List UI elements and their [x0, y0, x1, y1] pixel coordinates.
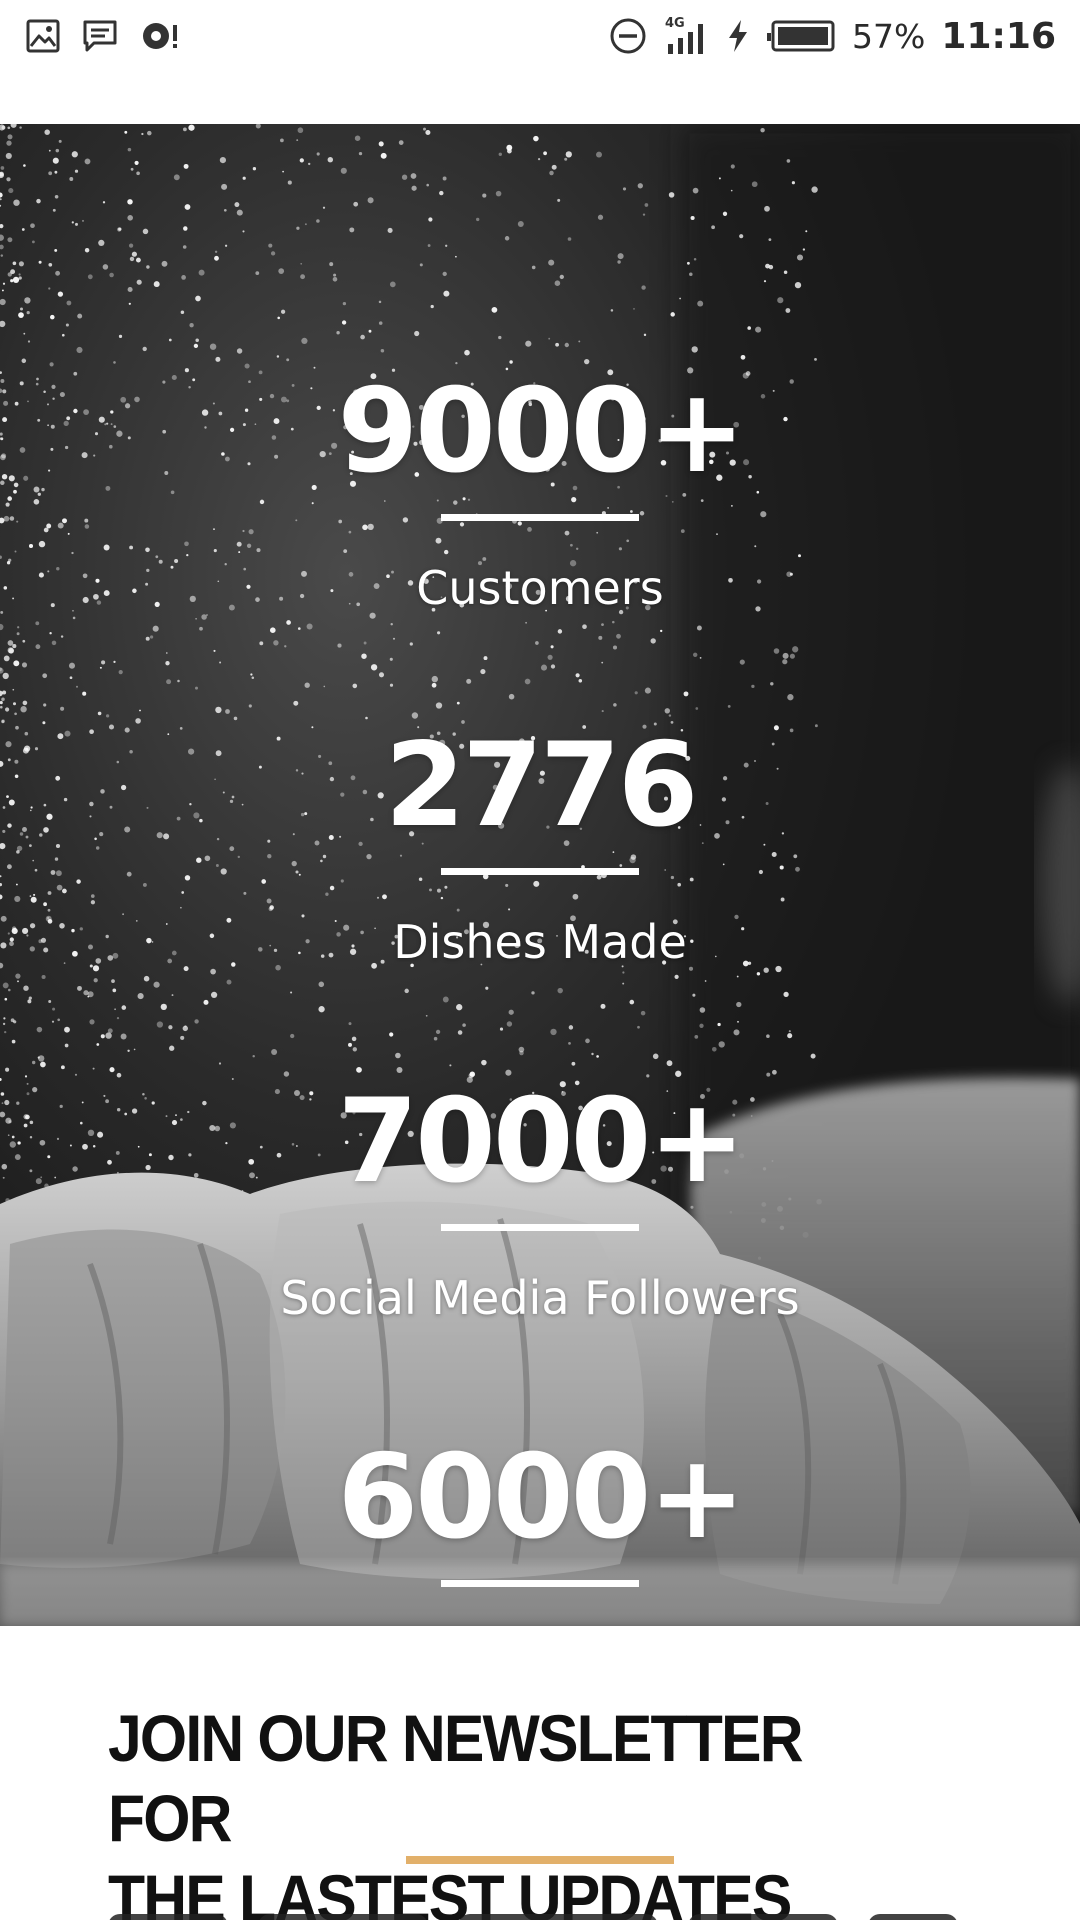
newsletter-heading: JOIN OUR NEWSLETTER FOR THE LASTEST UPDA…: [108, 1698, 936, 1920]
do-not-disturb-icon: [610, 18, 646, 54]
stats-hero-section: 9000+ Customers 2776 Dishes Made 7000+ S…: [0, 124, 1080, 1626]
network-type-label: 4G: [665, 16, 685, 31]
stat-underline: [441, 1224, 639, 1231]
status-bar-left: [26, 18, 180, 54]
stat-dishes-made: 2776 Dishes Made: [0, 718, 1080, 970]
stat-customers: 9000+ Customers: [0, 364, 1080, 616]
status-bar: 4G 57% 11:16: [0, 0, 1080, 72]
charging-bolt-icon: [729, 20, 748, 52]
status-bar-right: 4G 57% 11:16: [608, 14, 1056, 58]
stat-value: 6000+: [337, 1430, 745, 1565]
stat-underline: [441, 514, 639, 521]
newsletter-section: JOIN OUR NEWSLETTER FOR THE LASTEST UPDA…: [0, 1626, 1080, 1920]
gallery-icon: [26, 19, 60, 53]
sync-alert-icon: [143, 23, 177, 49]
stat-label: Customers: [416, 561, 664, 615]
stat-label: Dishes Made: [393, 915, 687, 969]
stat-social-media-followers: 7000+ Social Media Followers: [0, 1074, 1080, 1326]
stat-value: 2776: [384, 718, 699, 853]
signal-4g-icon: 4G: [665, 16, 704, 54]
newsletter-heading-underline: [406, 1856, 674, 1864]
page: 4G 57% 11:16 9000+ Customers 2776 Dishes…: [0, 0, 1080, 1920]
stat-label: Social Media Followers: [280, 1271, 800, 1325]
stat-underline: [441, 1580, 639, 1587]
stat-fourth: 6000+: [0, 1440, 1080, 1587]
battery-percent: 57%: [852, 16, 926, 56]
clock-time: 11:16: [941, 15, 1056, 57]
newsletter-description-cutoff: [108, 1908, 968, 1920]
message-icon: [83, 20, 117, 52]
battery-icon: [767, 20, 835, 52]
stat-value: 9000+: [337, 364, 745, 499]
stat-value: 7000+: [337, 1074, 745, 1209]
stat-underline: [441, 868, 639, 875]
newsletter-heading-line-1: JOIN OUR NEWSLETTER FOR: [108, 1701, 804, 1855]
